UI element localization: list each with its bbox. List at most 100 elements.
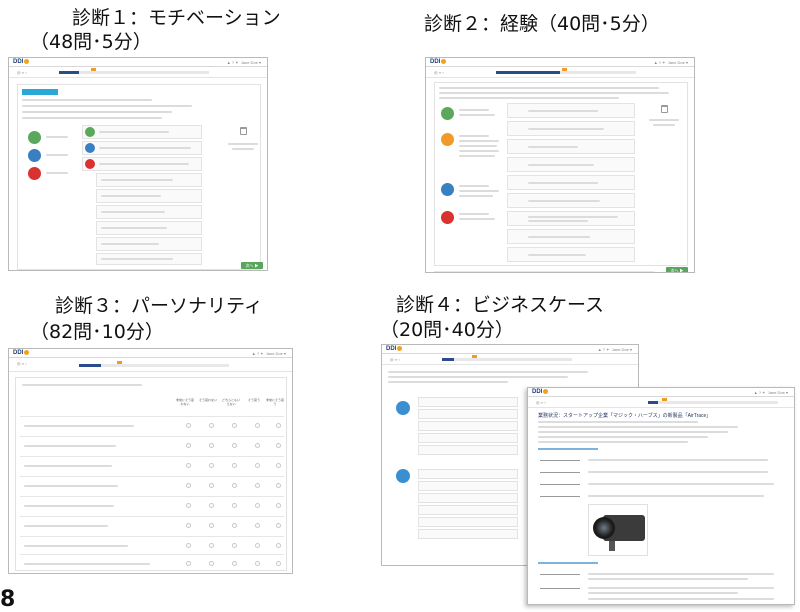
list-item[interactable] <box>96 237 202 251</box>
diagnosis-1-title: 診断１：モチベーション <box>72 7 281 29</box>
list-item[interactable] <box>507 229 635 244</box>
header-utilities: ▲ ? ✦ Jane Doe ▾ <box>251 351 286 356</box>
list-item <box>418 481 518 491</box>
ddi-logo: DDI <box>13 350 30 356</box>
diagnosis-3-title: 診断３：パーソナリティ <box>55 295 263 317</box>
step-icon <box>396 469 410 483</box>
ddi-logo: DDI <box>386 346 403 352</box>
back-link[interactable]: ◎ ‹‹ ‹ <box>390 357 400 362</box>
step-icon <box>396 401 410 415</box>
item-list <box>507 103 635 263</box>
smile-icon <box>441 107 454 120</box>
trash-icon[interactable] <box>240 127 247 135</box>
diagnosis-2-title: 診断２：経験（40問･5分） <box>424 13 660 35</box>
table-row <box>20 476 284 494</box>
trash-icon[interactable] <box>661 105 668 113</box>
list-item[interactable] <box>96 221 202 235</box>
header-utilities: ▲ ? ✦ Jane Doe ▾ <box>653 60 688 65</box>
progress-bar-area: ◎ ‹‹ ‹ <box>382 354 638 365</box>
table-row <box>20 536 284 554</box>
next-button[interactable]: 次へ ▶ <box>666 267 688 272</box>
list-item <box>418 397 518 407</box>
back-link[interactable]: ◎ ‹‹ ‹ <box>17 70 27 75</box>
item-list <box>82 125 202 265</box>
ddi-logo: DDI <box>430 59 447 65</box>
list-item <box>418 469 518 479</box>
prohibited-icon <box>28 167 41 180</box>
list-item <box>418 493 518 503</box>
list-item[interactable] <box>507 175 635 190</box>
section-tag <box>22 89 58 95</box>
list-item[interactable] <box>82 141 202 155</box>
list-item[interactable] <box>96 253 202 265</box>
case-section-title: 業務状況：スタートアップ企業「マジック・ハーブス」の新製品「AirTrace」 <box>538 413 712 419</box>
app-header: DDI ▲ ? ✦ Jane Doe ▾ <box>382 345 638 354</box>
table-row <box>20 416 284 434</box>
question-panel <box>17 84 261 270</box>
list-item[interactable] <box>507 211 635 226</box>
list-item <box>418 517 518 527</box>
product-camera-photo <box>588 504 648 556</box>
app-header: DDI ▲ ? ✦ Jane Doe ▾ <box>9 349 292 358</box>
header-utilities: ▲ ? ✦ Jane Doe ▾ <box>597 347 632 352</box>
prohibited-icon <box>441 211 454 224</box>
progress-bar-area: ◎ ‹‹ ‹ <box>528 397 794 408</box>
list-item[interactable] <box>96 189 202 203</box>
list-item <box>418 421 518 431</box>
experience-icon <box>441 133 454 146</box>
list-item <box>418 433 518 443</box>
progress-bar <box>648 398 778 404</box>
diagnosis-4-title: 診断４：ビジネスケース <box>396 294 605 316</box>
ddi-logo: DDI <box>532 389 549 395</box>
footer-bar <box>434 271 654 272</box>
back-link[interactable]: ◎ ‹‹ ‹ <box>536 400 546 405</box>
list-item[interactable] <box>82 125 202 139</box>
back-link[interactable]: ◎ ‹‹ ‹ <box>17 361 27 366</box>
table-row <box>20 516 284 534</box>
motivation-screenshot: DDI ▲ ? ✦ Jane Doe ▾ ◎ ‹‹ ‹ 次へ ▶ <box>8 57 268 271</box>
table-row <box>20 554 284 572</box>
diagnosis-4-subtitle: （20問･40分） <box>380 319 514 341</box>
neutral-icon <box>28 149 41 162</box>
list-item <box>418 529 518 539</box>
list-item <box>418 505 518 515</box>
app-header: DDI ▲ ? ✦ Jane Doe ▾ <box>426 58 694 67</box>
progress-bar <box>59 68 209 74</box>
progress-bar-area: ◎ ‹‹ ‹ <box>426 67 694 78</box>
diagnosis-1-subtitle: （48問･5分） <box>30 31 152 53</box>
slide-number: 8 <box>0 587 16 612</box>
list-item[interactable] <box>96 173 202 187</box>
experience-screenshot: DDI ▲ ? ✦ Jane Doe ▾ ◎ ‹‹ ‹ 次へ ▶ <box>425 57 695 273</box>
progress-bar-area: ◎ ‹‹ ‹ <box>9 67 267 78</box>
list-item <box>418 409 518 419</box>
list-item[interactable] <box>507 103 635 118</box>
list-item[interactable] <box>507 193 635 208</box>
column-header: 非常にそう思う <box>266 398 284 406</box>
neutral-icon <box>441 183 454 196</box>
back-link[interactable]: ◎ ‹‹ ‹ <box>434 70 444 75</box>
table-row <box>20 436 284 454</box>
list-item[interactable] <box>507 121 635 136</box>
ddi-logo: DDI <box>13 59 30 65</box>
column-header: 非常にそう思わない <box>176 398 194 406</box>
list-item[interactable] <box>507 247 635 262</box>
list-item[interactable] <box>507 139 635 154</box>
list-item[interactable] <box>82 157 202 171</box>
app-header: DDI ▲ ? ✦ Jane Doe ▾ <box>9 58 267 67</box>
column-header: そう思う <box>247 398 260 402</box>
list-item[interactable] <box>96 205 202 219</box>
table-row <box>20 456 284 474</box>
next-button[interactable]: 次へ ▶ <box>241 262 263 269</box>
app-header: DDI ▲ ? ✦ Jane Doe ▾ <box>528 388 794 397</box>
list-item <box>418 445 518 455</box>
list-item[interactable] <box>507 157 635 172</box>
progress-bar <box>442 355 572 361</box>
business-case-front-screenshot: DDI ▲ ? ✦ Jane Doe ▾ ◎ ‹‹ ‹ 業務状況：スタートアップ… <box>527 387 795 605</box>
table-row <box>20 496 284 514</box>
progress-bar <box>496 68 636 74</box>
personality-screenshot: DDI ▲ ? ✦ Jane Doe ▾ ◎ ‹‹ ‹ 非常にそう思わない そう… <box>8 348 293 574</box>
progress-bar-area: ◎ ‹‹ ‹ <box>9 358 292 372</box>
header-utilities: ▲ ? ✦ Jane Doe ▾ <box>226 60 261 65</box>
question-panel <box>434 82 688 266</box>
column-header: どちらともいえない <box>222 398 240 406</box>
